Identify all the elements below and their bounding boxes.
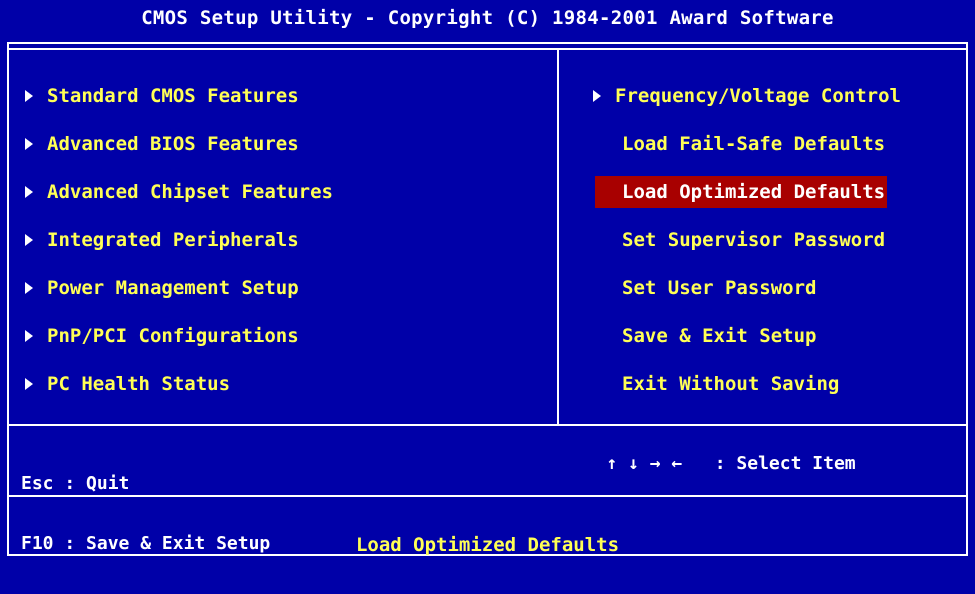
submenu-arrow-icon [25, 378, 33, 390]
menu-item-pnp-pci-configurations[interactable]: PnP/PCI Configurations [25, 320, 299, 352]
menu-item-load-optimized-defaults[interactable]: Load Optimized Defaults [595, 176, 888, 208]
menu-column-divider [557, 48, 559, 424]
menu-item-label: Load Fail-Safe Defaults [622, 133, 886, 155]
menu-item-set-user-password[interactable]: Set User Password [622, 272, 816, 304]
menu-item-advanced-bios-features[interactable]: Advanced BIOS Features [25, 128, 299, 160]
menu-item-frequency-voltage-control[interactable]: Frequency/Voltage Control [593, 80, 901, 112]
menu-item-label: Save & Exit Setup [622, 325, 817, 347]
menu-item-label: Set User Password [622, 277, 817, 299]
menu-item-label: Integrated Peripherals [47, 229, 299, 251]
menu-item-set-supervisor-password[interactable]: Set Supervisor Password [622, 224, 885, 256]
menu-item-integrated-peripherals[interactable]: Integrated Peripherals [25, 224, 299, 256]
menu-item-load-fail-safe-defaults[interactable]: Load Fail-Safe Defaults [622, 128, 885, 160]
menu-item-label: Exit Without Saving [622, 373, 840, 395]
menu-item-label: PC Health Status [47, 373, 231, 395]
status-description: Load Optimized Defaults [355, 534, 620, 556]
arrow-keys-icon: ↑ ↓ → ← [606, 453, 683, 474]
bios-main-frame: Standard CMOS Features Advanced BIOS Fea… [7, 42, 968, 556]
menu-item-label: Power Management Setup [47, 277, 299, 299]
menu-item-label: Set Supervisor Password [622, 229, 886, 251]
frame-divider-help [9, 424, 966, 426]
menu-item-power-management-setup[interactable]: Power Management Setup [25, 272, 299, 304]
menu-item-label: PnP/PCI Configurations [47, 325, 299, 347]
menu-item-label: Load Optimized Defaults [622, 181, 886, 203]
help-keys-right: ↑ ↓ → ← : Select Item [606, 453, 856, 474]
submenu-arrow-icon [25, 330, 33, 342]
submenu-arrow-icon [25, 234, 33, 246]
menu-item-pc-health-status[interactable]: PC Health Status [25, 368, 230, 400]
menu-item-label: Advanced Chipset Features [47, 181, 333, 203]
frame-divider-top [9, 48, 966, 50]
help-keys-left: Esc : Quit F10 : Save & Exit Setup [21, 434, 270, 594]
menu-item-standard-cmos-features[interactable]: Standard CMOS Features [25, 80, 299, 112]
menu-item-label: Standard CMOS Features [47, 85, 299, 107]
submenu-arrow-icon [25, 90, 33, 102]
submenu-arrow-icon [25, 186, 33, 198]
menu-item-label: Frequency/Voltage Control [615, 85, 901, 107]
submenu-arrow-icon [25, 282, 33, 294]
menu-item-save-exit-setup[interactable]: Save & Exit Setup [622, 320, 816, 352]
esc-key-label: Esc [21, 473, 54, 494]
frame-divider-status [9, 495, 966, 497]
submenu-arrow-icon [593, 90, 601, 102]
select-item-label: Select Item [736, 453, 856, 474]
help-esc-line: Esc : Quit [21, 473, 130, 494]
esc-action-label: Quit [86, 473, 130, 494]
menu-item-advanced-chipset-features[interactable]: Advanced Chipset Features [25, 176, 333, 208]
menu-item-exit-without-saving[interactable]: Exit Without Saving [622, 368, 839, 400]
window-title: CMOS Setup Utility - Copyright (C) 1984-… [141, 7, 834, 29]
submenu-arrow-icon [25, 138, 33, 150]
menu-item-label: Advanced BIOS Features [47, 133, 299, 155]
